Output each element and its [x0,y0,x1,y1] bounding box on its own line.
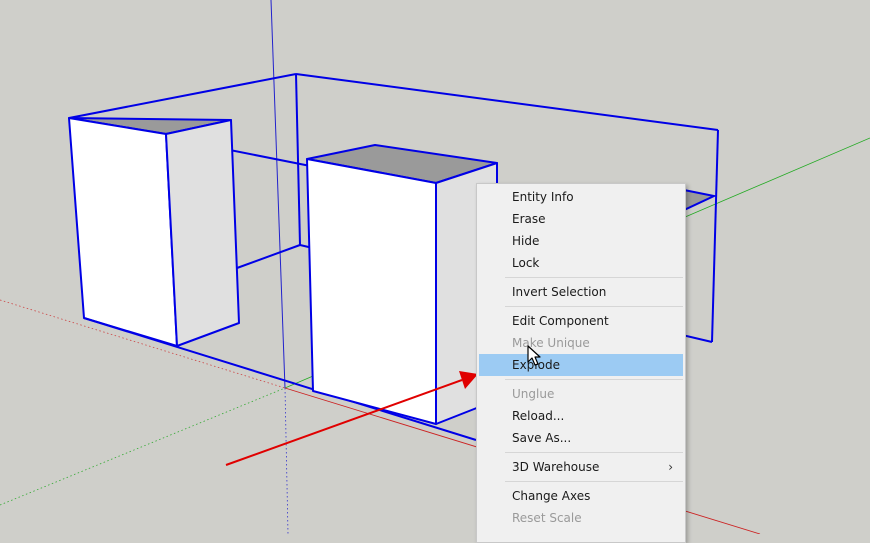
menu-item-label: Reset Scale [512,511,582,525]
menu-item-save-as[interactable]: Save As... [479,427,683,449]
menu-separator [505,452,683,453]
model-viewport[interactable] [0,0,870,534]
context-menu: Entity Info Erase Hide Lock Invert Selection… [476,183,686,543]
menu-item-label: Unglue [512,387,555,401]
chevron-right-icon: › [668,460,673,474]
menu-separator [505,481,683,482]
menu-item-change-axes[interactable]: Change Axes [479,485,683,507]
left-box-front [68,117,178,347]
menu-item-explode[interactable]: Explode [479,354,683,376]
menu-item-label: Erase [512,212,546,226]
menu-item-erase[interactable]: Erase [479,208,683,230]
left-box-side [165,119,240,347]
left-box[interactable] [68,117,240,347]
menu-item-label: 3D Warehouse [512,460,600,474]
menu-item-label: Invert Selection [512,285,607,299]
menu-item-lock[interactable]: Lock [479,252,683,274]
green-axis-dotted [0,387,286,506]
blue-axis-dotted [284,387,289,534]
menu-item-edit-component[interactable]: Edit Component [479,310,683,332]
middle-box-front [306,158,437,425]
menu-separator [505,379,683,380]
menu-item-invert-selection[interactable]: Invert Selection [479,281,683,303]
menu-separator [505,306,683,307]
menu-item-label: Change Axes [512,489,591,503]
menu-item-unglue: Unglue [479,383,683,405]
menu-item-label: Reload... [512,409,565,423]
menu-item-label: Entity Info [512,190,574,204]
menu-item-hide[interactable]: Hide [479,230,683,252]
menu-item-make-unique: Make Unique [479,332,683,354]
blue-axis [270,0,286,389]
menu-item-3d-warehouse[interactable]: 3D Warehouse › [479,456,683,478]
menu-item-label: Edit Component [512,314,609,328]
menu-item-label: Make Unique [512,336,590,350]
menu-item-label: Save As... [512,431,572,445]
menu-item-reload[interactable]: Reload... [479,405,683,427]
menu-item-label: Lock [512,256,540,270]
mouse-pointer-icon [527,345,541,366]
menu-item-label: Hide [512,234,540,248]
menu-item-reset-scale: Reset Scale [479,507,683,529]
menu-item-entity-info[interactable]: Entity Info [479,186,683,208]
menu-separator [505,277,683,278]
